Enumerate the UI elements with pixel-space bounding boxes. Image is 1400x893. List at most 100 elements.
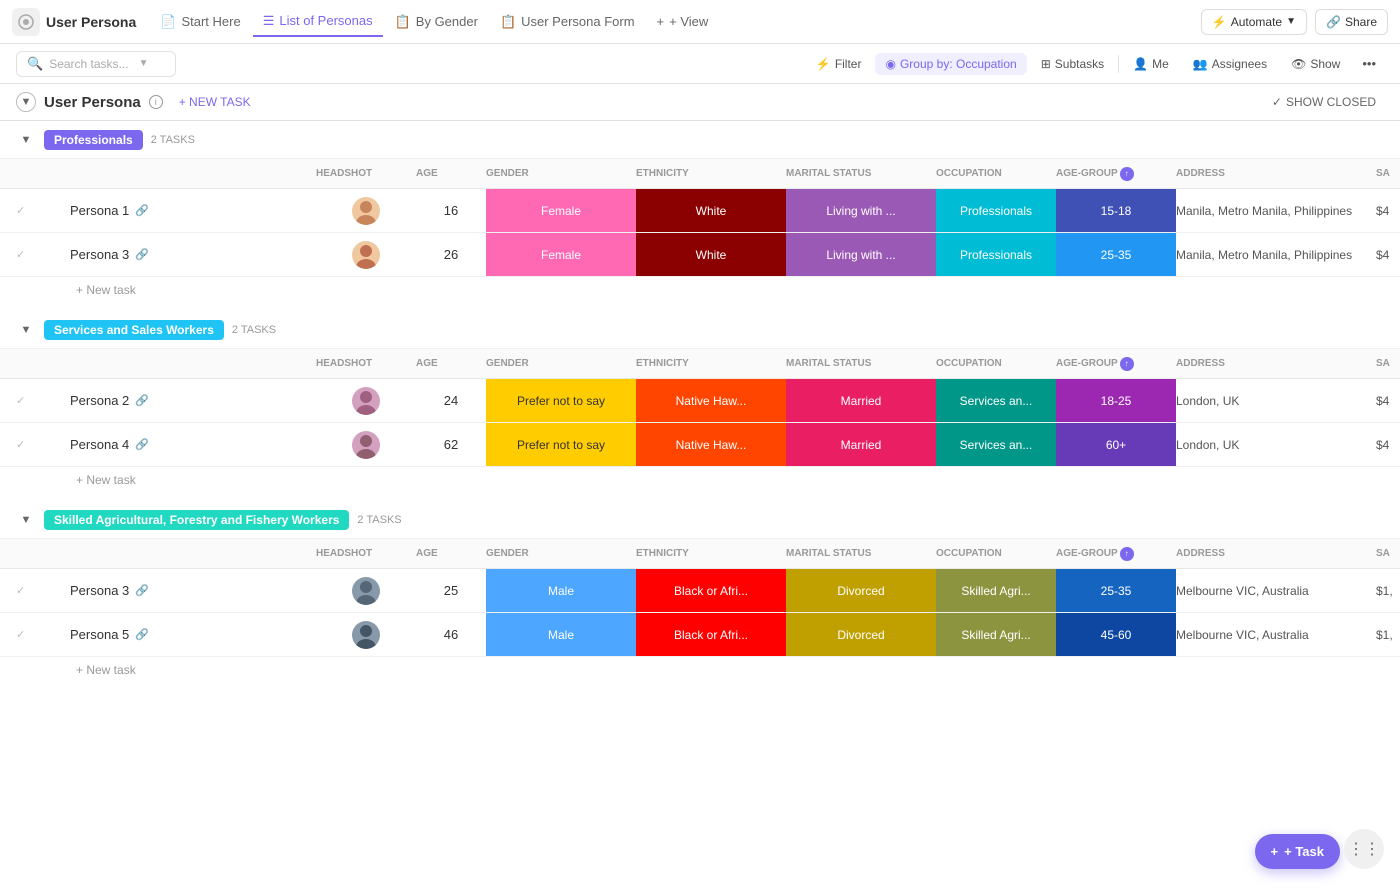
tab-list-of-personas[interactable]: ☰ List of Personas <box>253 7 383 37</box>
more-icon: ••• <box>1362 56 1376 71</box>
marital-3b: Divorced <box>786 569 936 612</box>
task-check-1[interactable]: ✓ <box>16 204 70 217</box>
app-title: User Persona <box>46 14 136 30</box>
group-professionals-label: Professionals <box>44 130 143 150</box>
sa-3b: $1, <box>1376 584 1400 598</box>
tab-view[interactable]: + + View <box>647 8 719 35</box>
ethnicity-3b: Black or Afri... <box>636 569 786 612</box>
page-title-info-icon[interactable]: i <box>149 95 163 109</box>
show-closed-button[interactable]: ✓ SHOW CLOSED <box>1264 92 1384 112</box>
marital-1: Living with ... <box>786 189 936 232</box>
task-row: ✓ Persona 2 🔗 24 Prefer not to say Nativ… <box>0 379 1400 423</box>
ethnicity-5: Black or Afri... <box>636 613 786 656</box>
col-marital: MARITAL STATUS <box>786 168 936 179</box>
task-edit-icon-4[interactable]: 🔗 <box>135 438 149 451</box>
share-icon: 🔗 <box>1326 15 1341 29</box>
task-name-5: Persona 5 🔗 <box>70 627 316 642</box>
age-group-2: 18-25 <box>1056 379 1176 422</box>
sa-2: $4 <box>1376 394 1400 408</box>
headshot-3b <box>316 577 416 605</box>
new-task-skilled[interactable]: + New task <box>0 657 1400 683</box>
tab-user-persona-form[interactable]: 📋 User Persona Form <box>490 8 645 36</box>
sort-icon[interactable]: ↑ <box>1120 167 1134 181</box>
headshot-5 <box>316 621 416 649</box>
address-2: London, UK <box>1176 394 1376 408</box>
group-collapse-btn[interactable]: ▼ <box>16 130 36 150</box>
show-button[interactable]: 👁 Show <box>1281 53 1350 75</box>
task-fab[interactable]: + + Task <box>1255 834 1340 869</box>
automate-icon: ⚡ <box>1212 15 1227 29</box>
new-task-button[interactable]: + NEW TASK <box>171 92 259 112</box>
subtasks-button[interactable]: ⊞ Subtasks <box>1031 53 1114 75</box>
sa-3a: $4 <box>1376 248 1400 262</box>
task-check-4[interactable]: ✓ <box>16 438 70 451</box>
occ-5: Skilled Agri... <box>936 613 1056 656</box>
fab-plus-icon: + <box>1271 844 1279 859</box>
address-3b: Melbourne VIC, Australia <box>1176 584 1376 598</box>
task-name-3a: Persona 3 🔗 <box>70 247 316 262</box>
filter-button[interactable]: ⚡ Filter <box>806 53 872 75</box>
tab-start-here[interactable]: 📄 Start Here <box>150 8 250 36</box>
group-by-button[interactable]: ◉ Group by: Occupation <box>875 53 1026 75</box>
col-sa: SA <box>1376 168 1400 179</box>
task-edit-icon-1[interactable]: 🔗 <box>135 204 149 217</box>
group-skilled-header: ▼ Skilled Agricultural, Forestry and Fis… <box>0 501 1400 539</box>
toolbar-divider-1 <box>1118 55 1119 73</box>
share-button[interactable]: 🔗 Share <box>1315 9 1388 35</box>
task-check-5[interactable]: ✓ <box>16 628 70 641</box>
age-group-1: 15-18 <box>1056 189 1176 232</box>
task-check-3a[interactable]: ✓ <box>16 248 70 261</box>
age-group-3a: 25-35 <box>1056 233 1176 276</box>
subtasks-icon: ⊞ <box>1041 57 1051 71</box>
automate-button[interactable]: ⚡ Automate ▼ <box>1201 9 1307 35</box>
task-name-2: Persona 2 🔗 <box>70 393 316 408</box>
task-edit-icon-5[interactable]: 🔗 <box>135 628 149 641</box>
task-row: ✓ Persona 1 🔗 16 Female White Living wit… <box>0 189 1400 233</box>
gender-1: Female <box>486 189 636 232</box>
group-collapse-btn-3[interactable]: ▼ <box>16 510 36 530</box>
age-5: 46 <box>416 627 486 642</box>
collapse-all-btn[interactable]: ▼ <box>16 92 36 112</box>
age-group-3b: 25-35 <box>1056 569 1176 612</box>
task-row: ✓ Persona 3 🔗 25 Male Black or Afri... D… <box>0 569 1400 613</box>
task-edit-icon-3a[interactable]: 🔗 <box>135 248 149 261</box>
assignees-icon: 👥 <box>1193 57 1208 71</box>
occ-3a: Professionals <box>936 233 1056 276</box>
app-icon[interactable] <box>12 8 40 36</box>
group-skilled-count: 2 TASKS <box>357 514 401 526</box>
plus-view-icon: + <box>657 14 665 29</box>
assignees-button[interactable]: 👥 Assignees <box>1183 53 1277 75</box>
marital-4: Married <box>786 423 936 466</box>
fab-dots-button[interactable]: ⋮⋮ <box>1344 829 1384 869</box>
group-collapse-btn-2[interactable]: ▼ <box>16 320 36 340</box>
new-task-professionals[interactable]: + New task <box>0 277 1400 303</box>
occ-3b: Skilled Agri... <box>936 569 1056 612</box>
group-professionals-header: ▼ Professionals 2 TASKS <box>0 121 1400 159</box>
address-3a: Manila, Metro Manila, Philippines <box>1176 248 1376 262</box>
task-check-2[interactable]: ✓ <box>16 394 70 407</box>
age-3b: 25 <box>416 583 486 598</box>
group-professionals-count: 2 TASKS <box>151 134 195 146</box>
more-button[interactable]: ••• <box>1354 52 1384 75</box>
marital-5: Divorced <box>786 613 936 656</box>
form-icon: 📋 <box>500 14 516 30</box>
task-name-1: Persona 1 🔗 <box>70 203 316 218</box>
sort-icon-3[interactable]: ↑ <box>1120 547 1134 561</box>
group-skilled: ▼ Skilled Agricultural, Forestry and Fis… <box>0 501 1400 683</box>
me-button[interactable]: 👤 Me <box>1123 53 1179 75</box>
task-check-3b[interactable]: ✓ <box>16 584 70 597</box>
search-box[interactable]: 🔍 Search tasks... ▼ <box>16 51 176 77</box>
age-3a: 26 <box>416 247 486 262</box>
toolbar-right: ⚡ Filter ◉ Group by: Occupation ⊞ Subtas… <box>806 52 1384 75</box>
group-services-label: Services and Sales Workers <box>44 320 224 340</box>
col-age: AGE <box>416 168 486 179</box>
gender-4: Prefer not to say <box>486 423 636 466</box>
tab-by-gender[interactable]: 📋 By Gender <box>385 8 488 36</box>
sort-icon-2[interactable]: ↑ <box>1120 357 1134 371</box>
task-edit-icon-3b[interactable]: 🔗 <box>135 584 149 597</box>
task-edit-icon-2[interactable]: 🔗 <box>135 394 149 407</box>
new-task-services[interactable]: + New task <box>0 467 1400 493</box>
search-dropdown-icon[interactable]: ▼ <box>139 58 149 69</box>
headshot-2 <box>316 387 416 415</box>
start-here-icon: 📄 <box>160 14 176 30</box>
